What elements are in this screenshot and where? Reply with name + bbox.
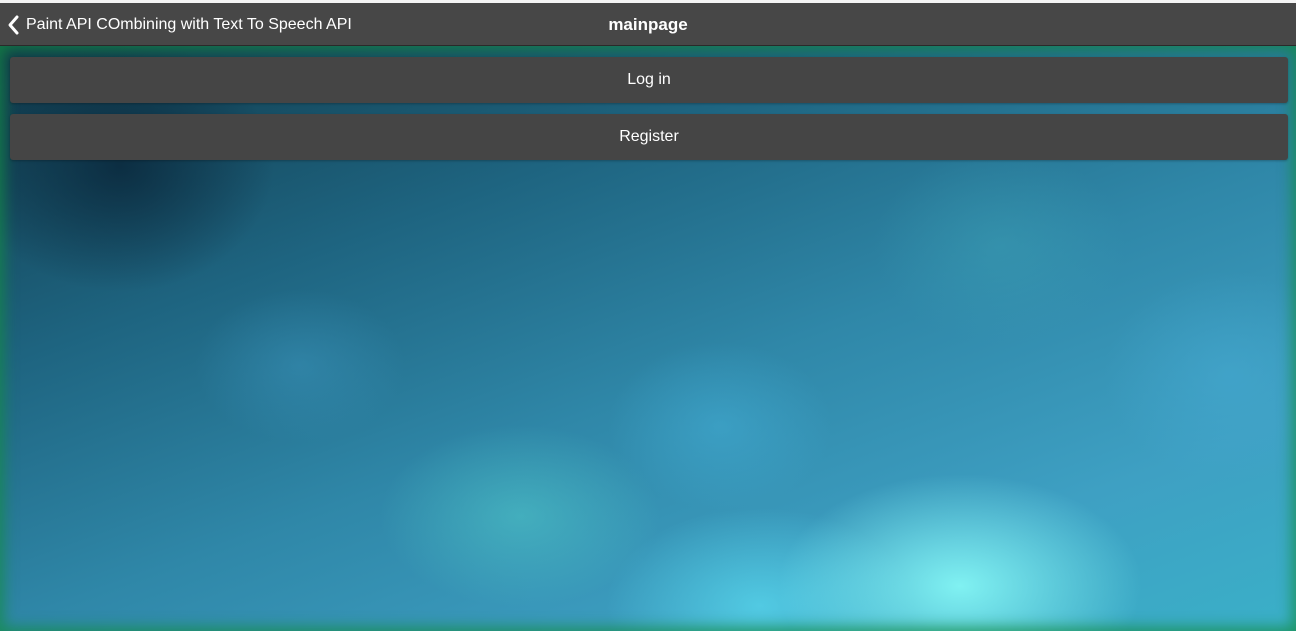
login-button-label: Log in [627, 71, 671, 88]
chevron-left-icon [6, 14, 22, 36]
register-button-label: Register [619, 128, 679, 145]
app-window: Paint API COmbining with Text To Speech … [0, 0, 1296, 631]
register-button[interactable]: Register [10, 114, 1288, 160]
back-button[interactable]: Paint API COmbining with Text To Speech … [6, 3, 352, 46]
back-button-label: Paint API COmbining with Text To Speech … [26, 15, 352, 33]
navigation-bar: Paint API COmbining with Text To Speech … [0, 3, 1296, 46]
login-button[interactable]: Log in [10, 57, 1288, 103]
